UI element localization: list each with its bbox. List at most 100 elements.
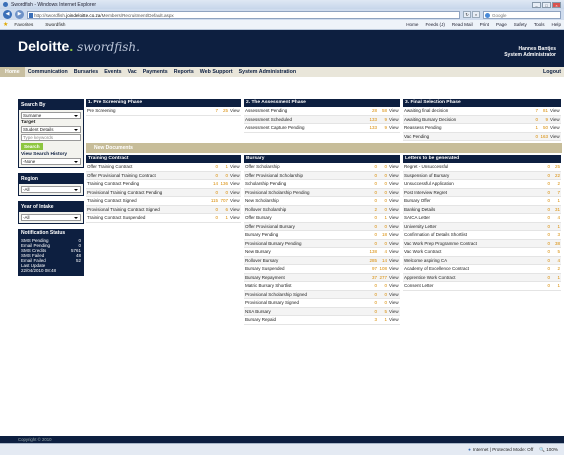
view-link[interactable]: View bbox=[388, 171, 400, 180]
zoom-level[interactable]: 🔍 100% bbox=[533, 444, 564, 455]
refresh-icon[interactable]: ↻ bbox=[463, 11, 471, 18]
tool-4[interactable]: Page bbox=[496, 22, 507, 27]
view-link[interactable]: View bbox=[388, 247, 400, 257]
nav-item-6[interactable]: Reports bbox=[171, 67, 197, 77]
view-link[interactable]: View bbox=[388, 281, 400, 291]
row-count-b[interactable]: 0 bbox=[378, 171, 388, 180]
logout-link[interactable]: Logout bbox=[540, 67, 564, 77]
row-count-b[interactable]: 1 bbox=[551, 273, 561, 282]
row-count-b[interactable]: 25 bbox=[551, 163, 561, 172]
view-link[interactable]: View bbox=[388, 239, 400, 248]
view-link[interactable]: View bbox=[388, 273, 400, 282]
row-count-a[interactable]: 115 bbox=[209, 196, 219, 206]
view-link[interactable]: View bbox=[388, 115, 400, 124]
row-count-b[interactable]: 0 bbox=[378, 205, 388, 214]
row-count-a[interactable]: 0 bbox=[368, 222, 378, 231]
view-link[interactable]: View bbox=[388, 264, 400, 274]
row-count-a[interactable]: 0 bbox=[541, 273, 551, 282]
row-count-b[interactable]: 4 bbox=[551, 256, 561, 265]
row-count-a[interactable]: 0 bbox=[541, 281, 551, 291]
row-count-a[interactable]: 0 bbox=[541, 213, 551, 223]
row-count-a[interactable]: 0 bbox=[368, 307, 378, 316]
row-count-a[interactable]: 0 bbox=[368, 213, 378, 223]
row-count-b[interactable]: 81 bbox=[539, 107, 549, 116]
url-field[interactable]: http://swordfish.joindeloitte.co.za/Memb… bbox=[27, 10, 460, 19]
minimize-button[interactable]: – bbox=[532, 1, 541, 8]
nav-item-5[interactable]: Payments bbox=[140, 67, 171, 77]
nav-item-2[interactable]: Bursaries bbox=[71, 67, 101, 77]
row-count-b[interactable]: 18 bbox=[378, 230, 388, 240]
view-link[interactable]: View bbox=[229, 171, 241, 180]
view-link[interactable]: View bbox=[229, 188, 241, 197]
favorites-star-icon[interactable]: ★ bbox=[3, 21, 8, 28]
history-select[interactable]: -None bbox=[21, 158, 81, 165]
view-link[interactable]: View bbox=[388, 298, 400, 308]
row-count-a[interactable]: 0 bbox=[541, 222, 551, 231]
forward-icon[interactable]: ▶ bbox=[15, 10, 24, 19]
row-count-b[interactable]: 0 bbox=[378, 222, 388, 231]
row-count-b[interactable]: 277 bbox=[378, 273, 388, 282]
view-link[interactable]: View bbox=[388, 315, 400, 325]
row-count-b[interactable]: 31 bbox=[551, 205, 561, 214]
row-count-a[interactable]: 0 bbox=[529, 115, 539, 124]
row-count-a[interactable]: 138 bbox=[368, 247, 378, 257]
browser-search-input[interactable]: Google bbox=[483, 10, 561, 19]
row-count-a[interactable]: 0 bbox=[541, 196, 551, 206]
row-count-a[interactable]: 0 bbox=[541, 179, 551, 189]
tool-0[interactable]: Home bbox=[406, 22, 418, 27]
row-count-b[interactable]: 25 bbox=[219, 107, 229, 116]
row-count-b[interactable]: 9 bbox=[378, 115, 388, 124]
row-count-b[interactable]: 108 bbox=[378, 264, 388, 274]
row-count-a[interactable]: 0 bbox=[541, 264, 551, 274]
row-count-a[interactable]: 0 bbox=[368, 179, 378, 189]
row-count-b[interactable]: 9 bbox=[378, 123, 388, 133]
tool-2[interactable]: Read Mail bbox=[452, 22, 473, 27]
view-link[interactable]: View bbox=[229, 163, 241, 172]
row-count-b[interactable]: 22 bbox=[551, 171, 561, 180]
row-count-a[interactable]: 0 bbox=[541, 205, 551, 214]
nav-item-1[interactable]: Communication bbox=[25, 67, 71, 77]
row-count-b[interactable]: 0 bbox=[378, 281, 388, 291]
view-link[interactable]: View bbox=[229, 205, 241, 214]
row-count-b[interactable]: 50 bbox=[539, 123, 549, 133]
view-link[interactable]: View bbox=[229, 213, 241, 223]
view-link[interactable]: View bbox=[388, 163, 400, 172]
row-count-a[interactable]: 0 bbox=[209, 205, 219, 214]
row-count-b[interactable]: 6 bbox=[219, 205, 229, 214]
search-button[interactable]: Search bbox=[21, 143, 43, 150]
tool-5[interactable]: Safety bbox=[514, 22, 527, 27]
row-count-b[interactable]: 14 bbox=[378, 256, 388, 265]
view-link[interactable]: View bbox=[388, 213, 400, 223]
row-count-a[interactable]: 7 bbox=[529, 107, 539, 116]
tool-7[interactable]: Help bbox=[552, 22, 561, 27]
row-count-b[interactable]: 0 bbox=[378, 290, 388, 299]
deloitte-logo[interactable]: Deloitte. swordfish. bbox=[18, 38, 140, 54]
view-link[interactable]: View bbox=[388, 256, 400, 265]
row-count-a[interactable]: 0 bbox=[209, 188, 219, 197]
view-link[interactable]: View bbox=[549, 115, 561, 124]
row-count-a[interactable]: 133 bbox=[368, 123, 378, 133]
view-link[interactable]: View bbox=[229, 107, 241, 116]
view-link[interactable]: View bbox=[388, 307, 400, 316]
row-count-b[interactable]: 0 bbox=[219, 188, 229, 197]
row-count-b[interactable]: 707 bbox=[219, 196, 229, 206]
view-link[interactable]: View bbox=[388, 230, 400, 240]
view-link[interactable]: View bbox=[549, 132, 561, 141]
view-link[interactable]: View bbox=[549, 123, 561, 133]
view-link[interactable]: View bbox=[388, 179, 400, 189]
row-count-a[interactable]: 0 bbox=[209, 213, 219, 223]
row-count-b[interactable]: 38 bbox=[551, 239, 561, 248]
row-count-a[interactable]: 0 bbox=[368, 239, 378, 248]
row-count-b[interactable]: 7 bbox=[551, 188, 561, 197]
nav-item-3[interactable]: Events bbox=[101, 67, 124, 77]
row-count-a[interactable]: 0 bbox=[541, 188, 551, 197]
tool-1[interactable]: Feeds (J) bbox=[426, 22, 445, 27]
row-count-b[interactable]: 1 bbox=[551, 196, 561, 206]
row-count-b[interactable]: 9 bbox=[539, 115, 549, 124]
row-count-a[interactable]: 133 bbox=[368, 115, 378, 124]
row-count-b[interactable]: 5 bbox=[551, 247, 561, 257]
search-by-select[interactable]: Surname bbox=[21, 112, 81, 119]
view-link[interactable]: View bbox=[388, 196, 400, 206]
row-count-a[interactable]: 0 bbox=[541, 171, 551, 180]
row-count-a[interactable]: 0 bbox=[541, 163, 551, 172]
